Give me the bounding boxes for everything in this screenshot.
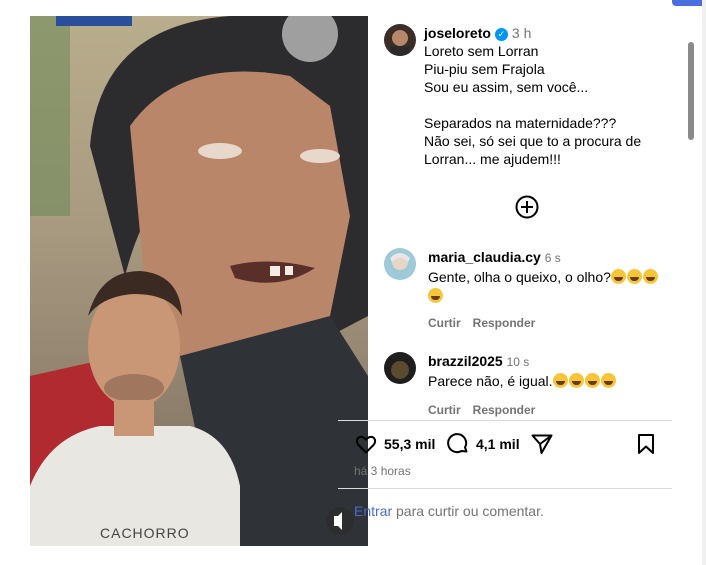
laughing-emoji-icon xyxy=(552,373,568,388)
comment-icon xyxy=(447,433,468,454)
caption-line: Loreto sem Lorran xyxy=(424,43,539,59)
scrollbar-thumb[interactable] xyxy=(688,42,694,140)
shirt-text: CACHORRO xyxy=(100,525,190,541)
save-button[interactable] xyxy=(634,430,658,458)
comments-scrollbar[interactable] xyxy=(686,28,696,436)
laughing-emoji-icon xyxy=(600,373,616,388)
divider xyxy=(338,488,672,489)
comment-time: 6 s xyxy=(544,251,561,265)
divider xyxy=(338,420,672,421)
share-icon xyxy=(531,434,553,454)
reply-button[interactable]: Responder xyxy=(473,403,536,417)
post-video[interactable]: CACHORRO xyxy=(30,16,368,546)
like-comment-button[interactable]: Curtir xyxy=(428,403,461,417)
video-frame: CACHORRO xyxy=(30,16,368,546)
laughing-emoji-icon xyxy=(642,269,658,284)
author-avatar[interactable] xyxy=(384,24,416,56)
laughing-emoji-icon xyxy=(626,269,642,284)
window-edge xyxy=(702,0,706,565)
reply-button[interactable]: Responder xyxy=(473,316,536,330)
plus-circle-icon[interactable] xyxy=(515,195,539,219)
caption-line: Lorran... me ajudem!!! xyxy=(424,151,561,167)
comment-body: maria_claudia.cy 6 s Gente, olha o queix… xyxy=(428,248,678,333)
comment-body: brazzil2025 10 s Parece não, é igual. Cu… xyxy=(428,352,678,420)
comment-time: 10 s xyxy=(506,355,530,369)
top-bar-button[interactable] xyxy=(672,0,706,6)
action-bar: 55,3 mil 4,1 mil xyxy=(354,430,664,460)
post-sidepanel: joseloreto ✓ 3 h Loreto sem Lorran Piu-piu… xyxy=(368,16,702,546)
laughing-emoji-icon xyxy=(610,269,626,284)
likes-count: 55,3 mil xyxy=(384,436,436,452)
commenter-username[interactable]: brazzil2025 xyxy=(428,353,503,369)
posted-time: há 3 horas xyxy=(354,464,411,478)
login-prompt-text: para curtir ou comentar. xyxy=(392,503,544,519)
laughing-emoji-icon xyxy=(428,288,443,303)
comment-button[interactable]: 4,1 mil xyxy=(446,430,520,458)
share-button[interactable] xyxy=(530,430,554,458)
like-button[interactable]: 55,3 mil xyxy=(354,430,435,458)
caption-line: Piu-piu sem Frajola xyxy=(424,61,545,77)
laughing-emoji-icon xyxy=(584,373,600,388)
laughing-emoji-icon xyxy=(568,373,584,388)
commenter-avatar[interactable] xyxy=(384,248,416,280)
commenter-username[interactable]: maria_claudia.cy xyxy=(428,249,541,265)
author-username[interactable]: joseloreto xyxy=(424,25,491,41)
comments-count: 4,1 mil xyxy=(476,436,520,452)
bookmark-icon xyxy=(638,434,654,454)
post-time: 3 h xyxy=(511,25,532,41)
caption: joseloreto ✓ 3 h Loreto sem Lorran Piu-piu… xyxy=(424,24,704,168)
heart-icon xyxy=(355,435,377,454)
commenter-avatar[interactable] xyxy=(384,352,416,384)
caption-line: Separados na maternidade??? xyxy=(424,115,617,131)
comment-text: Parece não, é igual. xyxy=(428,373,553,389)
login-link[interactable]: Entrar xyxy=(354,503,392,519)
verified-icon: ✓ xyxy=(494,27,508,41)
comment-text: Gente, olha o queixo, o olho? xyxy=(428,269,611,285)
login-prompt: Entrar para curtir ou comentar. xyxy=(354,503,544,519)
caption-line: Não sei, só sei que to a procura de xyxy=(424,133,642,149)
like-comment-button[interactable]: Curtir xyxy=(428,316,461,330)
caption-line: Sou eu assim, sem você... xyxy=(424,79,589,95)
